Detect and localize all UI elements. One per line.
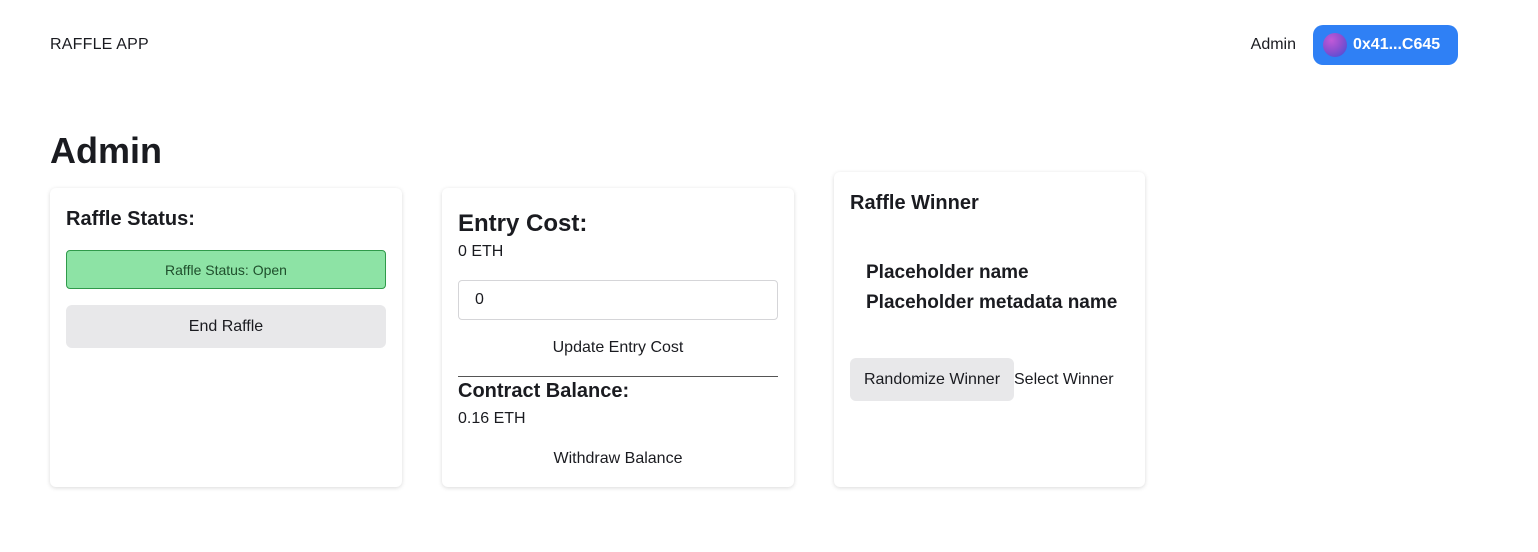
contract-balance-heading: Contract Balance: bbox=[458, 380, 630, 402]
raffle-status-card: Raffle Status: Raffle Status: Open End R… bbox=[50, 188, 402, 487]
raffle-status-heading: Raffle Status: bbox=[66, 208, 195, 230]
entry-cost-heading: Entry Cost: bbox=[458, 210, 588, 237]
randomize-winner-button[interactable]: Randomize Winner bbox=[850, 358, 1014, 401]
raffle-winner-card: Raffle Winner Placeholder name Placehold… bbox=[834, 172, 1145, 487]
withdraw-balance-button[interactable]: Withdraw Balance bbox=[458, 447, 778, 471]
wallet-connect-button[interactable]: 0x41...C645 bbox=[1313, 25, 1458, 65]
entry-cost-value: 0 ETH bbox=[458, 243, 504, 260]
select-winner-button[interactable]: Select Winner bbox=[1014, 358, 1114, 401]
end-raffle-button[interactable]: End Raffle bbox=[66, 305, 386, 348]
top-navbar: RAFFLE APP Admin 0x41...C645 bbox=[50, 0, 1458, 90]
app-title[interactable]: RAFFLE APP bbox=[50, 36, 149, 54]
contract-balance-value: 0.16 ETH bbox=[458, 410, 526, 427]
divider bbox=[458, 376, 778, 377]
entry-cost-input[interactable] bbox=[458, 280, 778, 320]
wallet-avatar-icon bbox=[1323, 33, 1347, 57]
entry-cost-card: Entry Cost: 0 ETH Update Entry Cost Cont… bbox=[442, 188, 794, 487]
winner-name: Placeholder name bbox=[866, 262, 1029, 283]
page-title: Admin bbox=[50, 130, 162, 171]
update-entry-cost-button[interactable]: Update Entry Cost bbox=[458, 336, 778, 360]
winner-metadata-name: Placeholder metadata name bbox=[866, 292, 1118, 313]
admin-nav-link[interactable]: Admin bbox=[1251, 36, 1296, 54]
raffle-winner-heading: Raffle Winner bbox=[850, 192, 979, 214]
wallet-address: 0x41...C645 bbox=[1353, 36, 1441, 53]
raffle-status-badge: Raffle Status: Open bbox=[66, 250, 386, 289]
